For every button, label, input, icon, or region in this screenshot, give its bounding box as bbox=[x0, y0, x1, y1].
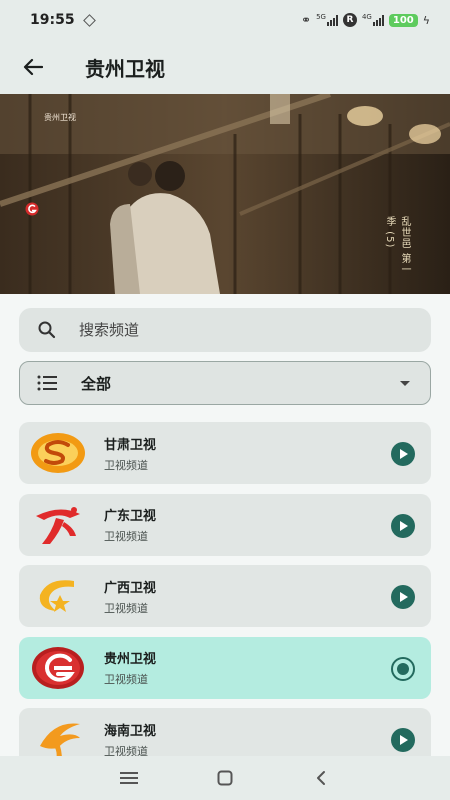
arrow-left-icon bbox=[23, 58, 43, 76]
channel-subtitle: 卫视频道 bbox=[104, 673, 148, 686]
menu-icon bbox=[120, 772, 138, 784]
radio-selected-icon[interactable] bbox=[391, 656, 415, 681]
play-icon[interactable] bbox=[391, 728, 415, 752]
network-label-1: 5G bbox=[316, 13, 326, 21]
category-dropdown[interactable]: 全部 bbox=[19, 361, 431, 405]
app-bar: 贵州卫视 bbox=[0, 40, 450, 94]
nav-back-button[interactable] bbox=[273, 756, 369, 800]
network-label-2: 4G bbox=[361, 13, 372, 21]
channel-item-hainan[interactable]: 海南卫视 卫视频道 bbox=[19, 708, 431, 756]
channel-list: 甘肃卫视 卫视频道 广东卫视 卫视频道 广西卫视 卫视频道 贵州卫视 卫视频道 … bbox=[19, 422, 431, 756]
search-icon bbox=[38, 321, 56, 339]
nav-home-button[interactable] bbox=[177, 756, 273, 800]
channel-item-guangxi[interactable]: 广西卫视 卫视频道 bbox=[19, 565, 431, 627]
play-icon[interactable] bbox=[391, 442, 415, 466]
location-icon bbox=[82, 13, 96, 27]
channel-subtitle: 卫视频道 bbox=[104, 744, 148, 757]
channel-name: 广西卫视 bbox=[104, 580, 157, 596]
channel-name: 甘肃卫视 bbox=[104, 437, 157, 453]
search-bar[interactable] bbox=[19, 308, 431, 352]
channel-item-gansu[interactable]: 甘肃卫视 卫视频道 bbox=[19, 422, 431, 484]
channel-subtitle: 卫视频道 bbox=[104, 601, 148, 615]
channel-name: 贵州卫视 bbox=[104, 652, 157, 667]
channel-item-guangdong[interactable]: 广东卫视 卫视频道 bbox=[19, 493, 431, 556]
signal-icon bbox=[326, 14, 338, 26]
guangdong-logo-icon bbox=[30, 500, 86, 550]
battery-indicator: 100 bbox=[388, 13, 418, 27]
status-bar: 19:55 ⚭ 5G R 4G 100 ϟ bbox=[0, 0, 450, 40]
drama-title: 乱世邑 第一季 (5) bbox=[384, 216, 410, 276]
system-nav-bar bbox=[0, 756, 450, 800]
home-square-icon bbox=[217, 770, 233, 786]
hainan-logo-icon bbox=[30, 714, 86, 756]
search-input[interactable] bbox=[79, 321, 379, 339]
guizhou-logo-icon bbox=[30, 643, 86, 693]
charging-icon: ϟ bbox=[422, 13, 430, 27]
chevron-down-icon bbox=[400, 380, 410, 386]
guizhou-watermark-icon bbox=[25, 202, 39, 216]
video-watermark-text: 贵州卫视 bbox=[44, 113, 76, 122]
chevron-left-icon bbox=[317, 771, 325, 785]
signal-icon-2 bbox=[372, 14, 384, 26]
play-icon[interactable] bbox=[391, 513, 415, 538]
play-icon[interactable] bbox=[391, 585, 415, 609]
channel-name: 广东卫视 bbox=[104, 509, 157, 524]
status-time: 19:55 bbox=[30, 12, 75, 28]
channel-name: 海南卫视 bbox=[104, 723, 157, 739]
roaming-badge: R bbox=[342, 13, 357, 27]
nav-menu-button[interactable] bbox=[81, 756, 177, 800]
guangxi-logo-icon bbox=[30, 571, 86, 621]
channel-watermark-logo bbox=[25, 202, 39, 216]
channel-subtitle: 卫视频道 bbox=[104, 530, 148, 543]
category-selected-label: 全部 bbox=[81, 374, 112, 393]
back-button[interactable] bbox=[13, 47, 53, 87]
link-icon: ⚭ bbox=[301, 13, 312, 27]
channel-subtitle: 卫视频道 bbox=[104, 458, 148, 472]
gansu-logo-icon bbox=[30, 428, 86, 478]
video-player[interactable]: 贵州卫视 乱世邑 第一季 (5) bbox=[0, 94, 450, 294]
channel-item-guizhou[interactable]: 贵州卫视 卫视频道 bbox=[19, 636, 431, 699]
page-title: 贵州卫视 bbox=[85, 56, 165, 81]
list-icon bbox=[37, 375, 57, 391]
